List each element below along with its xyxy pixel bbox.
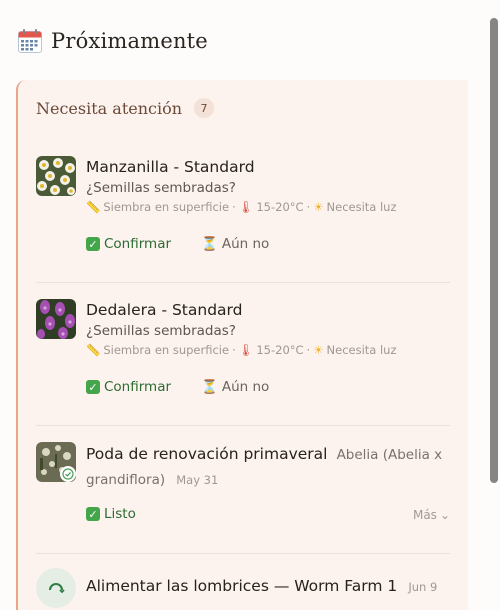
card-title: Dedalera - Standard bbox=[86, 301, 243, 319]
not-yet-button[interactable]: ⏳ Aún no bbox=[201, 379, 269, 395]
card-question: ¿Semillas sembradas? bbox=[86, 180, 236, 196]
attention-panel: Necesita atención 7 Manzanilla - Standar bbox=[16, 80, 468, 610]
card-title: Manzanilla - Standard bbox=[86, 158, 255, 176]
sun-icon: ☀ bbox=[313, 343, 324, 357]
check-badge-icon bbox=[60, 466, 76, 482]
task-card: Alimentar las lombrices — Worm Farm 1 Ju… bbox=[36, 568, 450, 608]
worm-task-icon[interactable] bbox=[36, 568, 76, 608]
confirm-button[interactable]: ✓ Confirmar bbox=[86, 379, 171, 395]
confirm-button[interactable]: ✓ Confirmar bbox=[86, 236, 171, 252]
not-yet-label: Aún no bbox=[221, 236, 270, 252]
separator: · bbox=[232, 343, 236, 357]
card-meta: 📏 Siembra en superficie · 🌡 15-20°C · ☀ … bbox=[86, 200, 446, 214]
not-yet-button[interactable]: ⏳ Aún no bbox=[201, 236, 269, 252]
seed-card: Dedalera - Standard ¿Semillas sembradas?… bbox=[36, 299, 450, 426]
calendar-icon bbox=[17, 28, 43, 54]
sun-icon: ☀ bbox=[313, 200, 324, 214]
divider bbox=[36, 282, 450, 283]
temperature: 15-20°C bbox=[256, 200, 304, 214]
divider bbox=[36, 553, 450, 554]
hourglass-icon: ⏳ bbox=[201, 379, 218, 395]
card-meta: 📏 Siembra en superficie · 🌡 15-20°C · ☀ … bbox=[86, 343, 446, 357]
panel-header: Necesita atención 7 bbox=[36, 98, 215, 118]
seed-card: Manzanilla - Standard ¿Semillas sembrada… bbox=[36, 156, 450, 283]
separator: · bbox=[306, 343, 311, 357]
scrollbar-thumb[interactable] bbox=[490, 18, 498, 483]
thermometer-icon: 🌡 bbox=[238, 343, 254, 357]
plant-thumbnail[interactable] bbox=[36, 299, 76, 339]
header: Próximamente bbox=[17, 26, 208, 56]
page-title: Próximamente bbox=[51, 29, 208, 53]
thermometer-icon: 🌡 bbox=[238, 200, 254, 214]
hourglass-icon: ⏳ bbox=[201, 236, 218, 252]
divider bbox=[36, 425, 450, 426]
task-date: Jun 9 bbox=[408, 580, 438, 594]
task-title: Alimentar las lombrices — Worm Farm 1 bbox=[86, 577, 398, 595]
separator: · bbox=[306, 200, 311, 214]
more-button[interactable]: Más ⌄ bbox=[413, 508, 450, 522]
task-title: Poda de renovación primaveral bbox=[86, 445, 328, 463]
chevron-down-icon: ⌄ bbox=[439, 508, 450, 522]
panel-title: Necesita atención bbox=[36, 98, 183, 118]
sow-method: Siembra en superficie bbox=[103, 343, 230, 357]
light-need: Necesita luz bbox=[326, 200, 397, 214]
done-label: Listo bbox=[104, 506, 136, 522]
ruler-icon: 📏 bbox=[86, 200, 101, 214]
count-badge: 7 bbox=[194, 98, 215, 118]
check-icon: ✓ bbox=[86, 507, 100, 521]
more-label: Más bbox=[412, 508, 437, 522]
light-need: Necesita luz bbox=[326, 343, 397, 357]
plant-thumbnail[interactable] bbox=[36, 156, 76, 196]
task-date: May 31 bbox=[176, 473, 219, 487]
sow-method: Siembra en superficie bbox=[103, 200, 230, 214]
confirm-label: Confirmar bbox=[104, 236, 172, 252]
card-question: ¿Semillas sembradas? bbox=[86, 323, 236, 339]
check-icon: ✓ bbox=[86, 380, 100, 394]
task-card: Poda de renovación primaveral Abelia (Ab… bbox=[36, 442, 450, 554]
separator: · bbox=[232, 200, 236, 214]
ruler-icon: 📏 bbox=[86, 343, 101, 357]
done-button[interactable]: ✓ Listo bbox=[86, 506, 136, 522]
not-yet-label: Aún no bbox=[221, 379, 270, 395]
temperature: 15-20°C bbox=[256, 343, 304, 357]
confirm-label: Confirmar bbox=[104, 379, 172, 395]
check-icon: ✓ bbox=[86, 237, 100, 251]
